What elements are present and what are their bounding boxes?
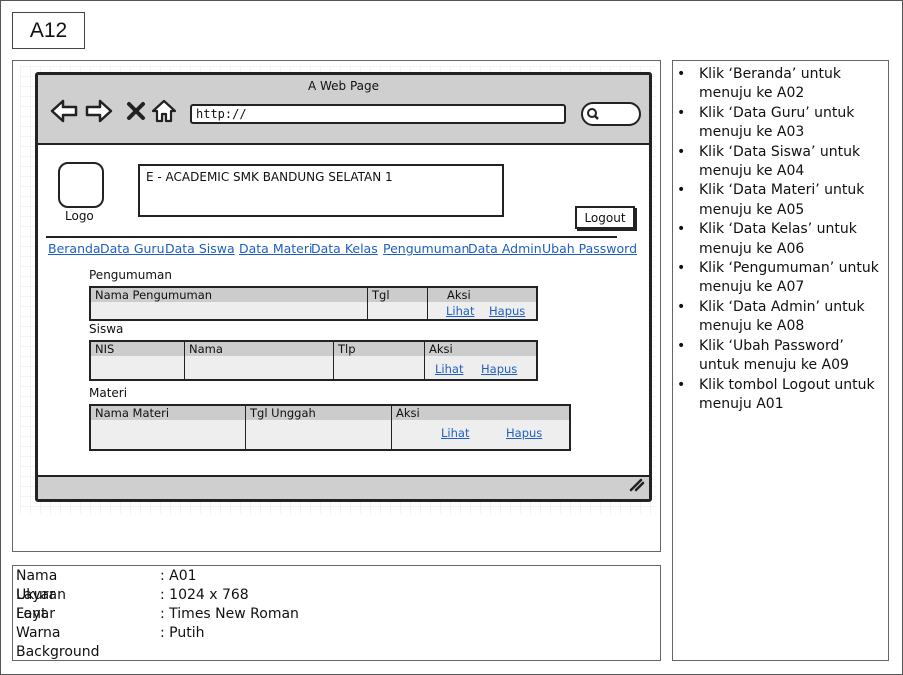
hapus-link[interactable]: Hapus [481, 362, 517, 376]
menu-ubah-password[interactable]: Ubah Password [542, 241, 637, 256]
list-item: • Klik ‘Pengumuman’ untuk menuju ke A07 [677, 260, 879, 296]
column-header: NIS [95, 342, 115, 356]
header-divider [46, 236, 617, 238]
list-item: • Klik ‘Ubah Password’ untuk menuju ke A0… [677, 337, 849, 374]
list-item: • Klik ‘Data Kelas’ untuk menuju ke A06 [677, 221, 857, 257]
note-text: Klik ‘Beranda’ untuk menuju ke A02 [699, 66, 841, 102]
browser-toolbar: A Web Page http:// [38, 75, 649, 145]
resize-grip-icon[interactable] [627, 476, 645, 497]
notes-list: • Klik ‘Beranda’ untuk menuju ke A02 • Kli… [673, 61, 888, 414]
forward-arrow-icon[interactable] [85, 97, 113, 125]
column-header: Aksi [396, 406, 420, 420]
column-header: Aksi [429, 342, 453, 356]
lihat-link[interactable]: Lihat [441, 426, 469, 440]
menu-data-guru[interactable]: Data Guru [100, 241, 165, 256]
page-id-label: A12 [12, 12, 85, 49]
logout-button[interactable]: Logout [575, 206, 635, 229]
table-pengumuman: Nama Pengumuman Tgl Aksi Lihat Hapus [89, 286, 538, 321]
hapus-link[interactable]: Hapus [506, 426, 542, 440]
column-header: Tgl Unggah [250, 406, 316, 420]
list-item: • Klik ‘Data Guru’ untuk menuju ke A03 [677, 104, 855, 141]
table-materi: Nama Materi Tgl Unggah Aksi Lihat Hapus [89, 404, 571, 451]
info-value: : A01 [160, 568, 197, 584]
note-text: Klik ‘Pengumuman’ untuk menuju ke A07 [699, 260, 879, 296]
note-text: Klik ‘Data Guru’ untuk menuju ke A03 [699, 104, 855, 141]
screen-info-panel: Nama Layar : A01 Ukuran Layar : 1024 x 7… [12, 565, 661, 661]
lihat-link[interactable]: Lihat [446, 304, 474, 318]
note-text: Klik ‘Data Kelas’ untuk menuju ke A06 [699, 221, 857, 257]
table-siswa: NIS Nama Tlp Aksi Lihat Hapus [89, 340, 538, 381]
menu-pengumuman[interactable]: Pengumuman [383, 241, 469, 256]
hapus-link[interactable]: Hapus [489, 304, 525, 318]
logo-label: Logo [65, 209, 94, 223]
home-icon[interactable] [150, 97, 178, 125]
note-text: Klik ‘Data Admin’ untuk menuju ke A08 [699, 298, 865, 335]
column-header: Nama [189, 342, 223, 356]
search-box[interactable] [581, 102, 641, 126]
back-arrow-icon[interactable] [50, 97, 78, 125]
browser-title: A Web Page [307, 79, 380, 93]
browser-statusbar [38, 475, 649, 499]
info-value: : 1024 x 768 [160, 587, 249, 603]
section-title-pengumuman: Pengumuman [89, 268, 172, 282]
column-header: Tlp [338, 342, 356, 356]
column-header: Nama Materi [95, 406, 170, 420]
list-item: • Klik ‘Beranda’ untuk menuju ke A02 [677, 66, 841, 102]
column-divider [427, 288, 428, 319]
stop-icon[interactable] [122, 97, 150, 125]
menu-data-siswa[interactable]: Data Siswa [165, 241, 235, 256]
list-item: • Klik ‘Data Admin’ untuk menuju ke A08 [677, 298, 865, 335]
menu-data-admin[interactable]: Data Admin [468, 241, 542, 256]
note-text: Klik ‘Data Siswa’ untuk menuju ke A04 [699, 143, 861, 180]
info-key: Warna Background [16, 625, 100, 660]
app-title-box: E - ACADEMIC SMK BANDUNG SELATAN 1 [138, 164, 504, 217]
url-input[interactable]: http:// [190, 104, 566, 124]
table-header [91, 342, 536, 356]
info-value: : Times New Roman [160, 606, 299, 622]
navigation-notes-panel: • Klik ‘Beranda’ untuk menuju ke A02 • Kli… [672, 60, 889, 661]
browser-mockup: A Web Page http:// Logo E - ACADEMIC SMK… [35, 72, 652, 502]
menu-data-materi[interactable]: Data Materi [239, 241, 312, 256]
lihat-link[interactable]: Lihat [435, 362, 463, 376]
note-text: Klik ‘Ubah Password’ untuk menuju ke A09 [699, 337, 849, 374]
menu-beranda[interactable]: Beranda [48, 241, 101, 256]
column-header: Nama Pengumuman [95, 288, 213, 302]
info-key: Font [16, 606, 47, 622]
list-item: • Klik tombol Logout untuk menuju A01 [677, 376, 875, 412]
list-item: • Klik ‘Data Siswa’ untuk menuju ke A04 [677, 143, 861, 180]
section-title-materi: Materi [89, 386, 128, 400]
note-text: Klik ‘Data Materi’ untuk menuju ke A05 [699, 182, 865, 218]
menu-data-kelas[interactable]: Data Kelas [311, 241, 378, 256]
search-icon [586, 107, 600, 121]
info-value: : Putih [160, 625, 205, 641]
section-title-siswa: Siswa [89, 322, 124, 336]
column-header: Aksi [447, 288, 471, 302]
list-item: • Klik ‘Data Materi’ untuk menuju ke A05 [677, 182, 865, 218]
logo-placeholder [58, 162, 104, 208]
column-header: Tgl [372, 288, 390, 302]
note-text: Klik tombol Logout untuk menuju A01 [699, 376, 875, 412]
